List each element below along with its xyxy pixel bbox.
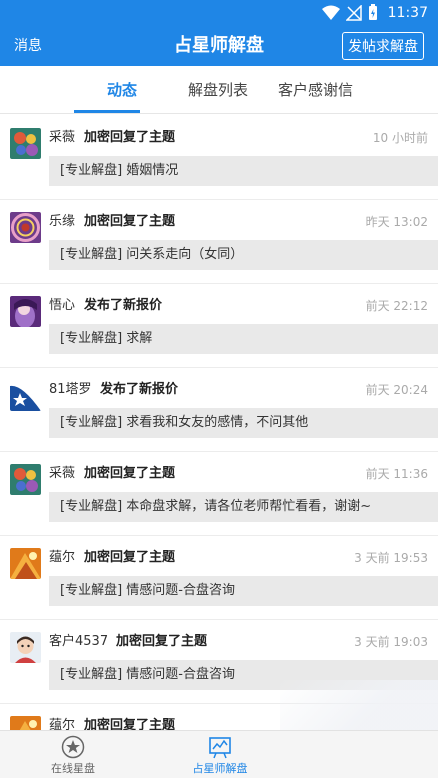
action-text: 加密回复了主题 [84,718,176,730]
feed-item[interactable]: 客户4537 加密回复了主题 3 天前 19:03 [专业解盘] 情感问题-合盘… [0,620,438,704]
username[interactable]: 客户4537 [49,633,108,651]
action-text: 加密回复了主题 [84,550,176,565]
timestamp: 昨天 13:02 [365,215,428,229]
signal-icon [346,4,362,21]
action-text: 发布了新报价 [84,298,163,313]
username[interactable]: 采薇 [49,465,75,483]
post-link[interactable]: [专业解盘] 情感问题-合盘咨询 [49,660,438,690]
post-link[interactable]: [专业解盘] 求解 [49,324,438,354]
status-bar: 11:37 [0,0,438,26]
feed-item[interactable]: 蕴尔 加密回复了主题 [0,704,438,730]
post-link[interactable]: [专业解盘] 问关系走向（女同） [49,240,438,270]
timestamp: 10 小时前 [372,131,428,145]
username[interactable]: 81塔罗 [49,381,92,399]
avatar-leyuan[interactable] [10,212,41,243]
post-request-button[interactable]: 发帖求解盘 [342,32,424,60]
feed-item[interactable]: 乐缘 加密回复了主题 昨天 13:02 [专业解盘] 问关系走向（女同） [0,200,438,284]
nav-label: 在线星盘 [51,762,95,775]
activity-feed[interactable]: 采薇 加密回复了主题 10 小时前 [专业解盘] 婚姻情况 乐缘 加密回复了主题… [0,116,438,730]
feed-item[interactable]: 采薇 加密回复了主题 前天 11:36 [专业解盘] 本命盘求解，请各位老师帮忙… [0,452,438,536]
post-link[interactable]: [专业解盘] 情感问题-合盘咨询 [49,576,438,606]
bottom-nav: 在线星盘 占星师解盘 [0,730,438,778]
avatar-81taluo[interactable] [10,380,41,411]
timestamp: 前天 11:36 [365,467,428,481]
post-link[interactable]: [专业解盘] 求看我和女友的感情，不问其他 [49,408,438,438]
tab-thank-you-letters[interactable]: 客户感谢信 [278,78,353,102]
active-tab-indicator [74,110,140,113]
username[interactable]: 悟心 [49,297,75,315]
avatar-caiwei[interactable] [10,128,41,159]
chart-board-icon [209,737,231,759]
username[interactable]: 乐缘 [49,213,75,231]
nav-label: 占星师解盘 [192,762,248,775]
feed-item[interactable]: 悟心 发布了新报价 前天 22:12 [专业解盘] 求解 [0,284,438,368]
timestamp: 前天 20:24 [365,383,428,397]
username[interactable]: 采薇 [49,129,75,147]
nav-astrologer-reading[interactable]: 占星师解盘 [170,735,270,777]
avatar-yuner[interactable] [10,716,41,730]
avatar-kehu[interactable] [10,632,41,663]
tab-activity[interactable]: 动态 [107,78,137,102]
action-text: 发布了新报价 [100,382,179,397]
status-icons [322,4,378,21]
tab-reading-list[interactable]: 解盘列表 [188,78,248,102]
action-text: 加密回复了主题 [84,466,176,481]
avatar-caiwei[interactable] [10,464,41,495]
battery-icon [369,4,377,20]
action-text: 加密回复了主题 [84,130,176,145]
action-text: 加密回复了主题 [116,634,208,649]
action-text: 加密回复了主题 [84,214,176,229]
timestamp: 3 天前 19:53 [354,551,428,565]
avatar-yuner[interactable] [10,548,41,579]
app-bar: 消息 占星师解盘 发帖求解盘 [0,26,438,66]
timestamp: 前天 22:12 [365,299,428,313]
post-link[interactable]: [专业解盘] 本命盘求解，请各位老师帮忙看看，谢谢~ [49,492,438,522]
wifi-icon [322,5,340,20]
tab-bar: 动态 解盘列表 客户感谢信 [0,66,438,114]
feed-item[interactable]: 81塔罗 发布了新报价 前天 20:24 [专业解盘] 求看我和女友的感情，不问… [0,368,438,452]
avatar-wuxin[interactable] [10,296,41,327]
clock: 11:37 [387,5,428,21]
username[interactable]: 蕴尔 [49,549,75,567]
username[interactable]: 蕴尔 [49,717,75,730]
feed-item[interactable]: 采薇 加密回复了主题 10 小时前 [专业解盘] 婚姻情况 [0,116,438,200]
nav-online-chart[interactable]: 在线星盘 [23,735,123,777]
feed-item[interactable]: 蕴尔 加密回复了主题 3 天前 19:53 [专业解盘] 情感问题-合盘咨询 [0,536,438,620]
post-link[interactable]: [专业解盘] 婚姻情况 [49,156,438,186]
star-circle-icon [61,735,85,759]
timestamp: 3 天前 19:03 [354,635,428,649]
